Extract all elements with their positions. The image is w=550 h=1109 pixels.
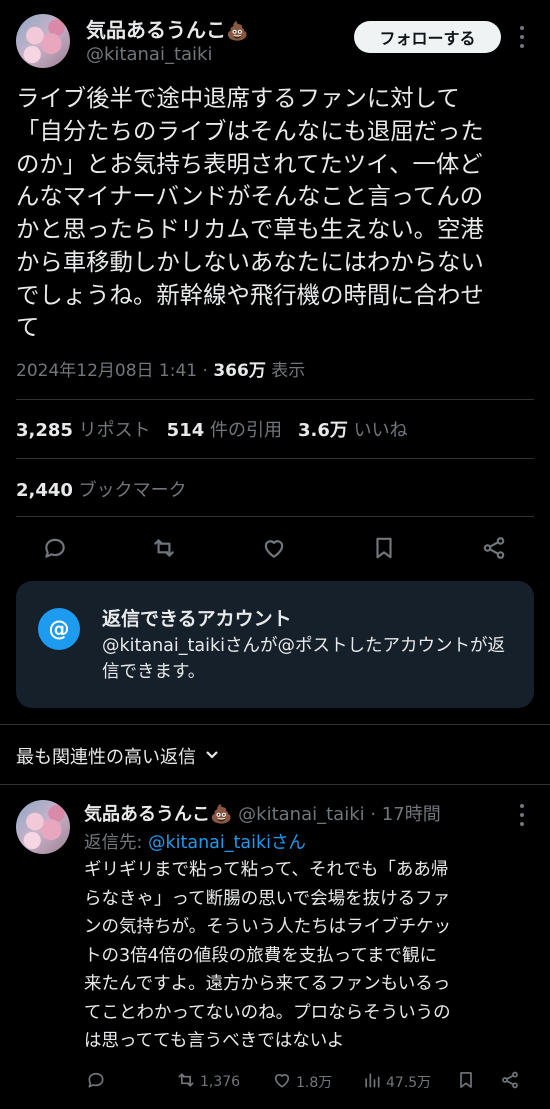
reply-text-line: は思ってても言うべきではないよ <box>84 1031 345 1052</box>
reply-settings-card: @ 返信できるアカウント @kitanai_taikiさんが@ポストしたアカウン… <box>16 581 534 708</box>
reply-icon <box>86 1070 106 1094</box>
share-icon <box>500 1070 520 1094</box>
reply-sort-dropdown[interactable]: 最も関連性の高い返信 <box>16 743 220 769</box>
tweet-text-line: から車移動しかしないあなたにはわからない <box>16 247 484 276</box>
more-icon[interactable] <box>512 802 532 828</box>
tweet-text-line: 「自分たちのライブはそんなにも退屈だった <box>16 116 484 145</box>
reply-share-button[interactable] <box>500 1070 520 1094</box>
tweet-header: 気品あるうんこ💩 @kitanai_taiki フォローする <box>0 0 550 80</box>
replying-to-label: 返信先: <box>84 833 143 853</box>
tweet-text-line: かと思ったらドリカムで草も生えない。空港 <box>16 215 484 244</box>
poo-emoji-icon: 💩 <box>210 804 233 825</box>
reply-repost-count: 1,376 <box>200 1074 241 1090</box>
reply-text-line: てことわかってないのね。プロならそういうの <box>84 1002 451 1023</box>
poo-emoji-icon: 💩 <box>226 21 249 42</box>
reply-text-line: ギリギリまで粘って粘って、それでも「ああ帰 <box>84 860 449 880</box>
divider <box>16 458 534 459</box>
heart-icon <box>272 1070 292 1094</box>
likes-count: 3.6万 <box>297 420 348 441</box>
views-count: 366万 <box>213 361 266 381</box>
reply-text: ギリギリまで粘って粘って、それでも「ああ帰 らなきゃ」って断腸の思いで会場を抜け… <box>84 856 539 1056</box>
bookmark-icon <box>456 1070 476 1094</box>
likes-stat[interactable]: 3.6万 いいね <box>298 420 408 441</box>
divider <box>0 784 550 785</box>
share-icon[interactable] <box>481 535 509 563</box>
reply-author-name[interactable]: 気品あるうんこ <box>84 804 210 825</box>
reply-actions: 1,376 1.8万 47.5万 <box>0 1066 550 1096</box>
reply-views-count: 47.5万 <box>386 1075 432 1091</box>
quotes-count: 514 <box>166 420 205 441</box>
tweet-meta: 2024年12月08日 1:41 · 366万 表示 <box>16 361 306 381</box>
reply-author-handle[interactable]: @kitanai_taiki <box>238 804 364 825</box>
tweet-text-line: て <box>16 313 40 342</box>
tweet-actions <box>0 527 550 569</box>
reply-like-count: 1.8万 <box>296 1075 333 1091</box>
reposts-count: 3,285 <box>16 420 73 441</box>
reply-like-button[interactable]: 1.8万 <box>272 1070 332 1094</box>
engagement-stats: 3,285 リポスト 514 件の引用 3.6万 いいね <box>16 416 408 442</box>
replying-to-handle[interactable]: @kitanai_taikiさん <box>148 833 306 853</box>
tweet-text-line: のか」とお気持ち表明されてたツイ、一体ど <box>16 149 483 178</box>
repost-icon <box>176 1070 196 1094</box>
reply-views-button[interactable]: 47.5万 <box>362 1070 431 1094</box>
divider <box>16 399 534 400</box>
reply-text-line: ンの気持ちが。そういう人たちはライブチケッ <box>84 917 452 938</box>
divider <box>0 724 550 725</box>
author-name-text[interactable]: 気品あるうんこ <box>86 18 226 42</box>
tweet-text-line: ライブ後半で途中退席するファンに対して <box>16 84 460 112</box>
author-name[interactable]: 気品あるうんこ💩 <box>86 14 248 43</box>
bookmarks-label: ブックマーク <box>78 480 187 501</box>
divider <box>16 516 534 517</box>
reply-text-line: トの3倍4倍の値段の旅費を支払ってまで観に <box>84 945 438 966</box>
reply-time[interactable]: · 17時間 <box>370 804 440 825</box>
views-label: 表示 <box>271 361 306 381</box>
bookmarks-stat[interactable]: 2,440 ブックマーク <box>16 476 187 502</box>
bookmarks-count: 2,440 <box>16 480 73 501</box>
reply-reply-button[interactable] <box>86 1070 106 1094</box>
reply-repost-button[interactable]: 1,376 <box>176 1070 240 1094</box>
at-sign-icon: @ <box>38 608 80 650</box>
bookmark-icon[interactable] <box>371 535 399 563</box>
chevron-down-icon <box>204 746 220 767</box>
avatar[interactable] <box>16 14 70 68</box>
reposts-label: リポスト <box>78 420 151 441</box>
tweet-text-line: んなマイナーバンドがそんなこと言ってんの <box>16 182 484 211</box>
heart-icon[interactable] <box>261 535 289 563</box>
author-handle[interactable]: @kitanai_taiki <box>86 44 212 65</box>
likes-label: いいね <box>353 420 408 441</box>
reply-bookmark-button[interactable] <box>456 1070 476 1094</box>
reply-header: 気品あるうんこ💩 @kitanai_taiki · 17時間 <box>84 800 441 826</box>
reply-avatar[interactable] <box>16 800 70 854</box>
more-icon[interactable] <box>512 24 532 50</box>
quotes-label: 件の引用 <box>209 420 282 441</box>
timestamp[interactable]: 2024年12月08日 1:41 <box>16 361 197 381</box>
reply-settings-description: @kitanai_taikiさんが@ポストしたアカウントが返信できます。 <box>102 636 505 683</box>
replying-to: 返信先: @kitanai_taikiさん <box>84 829 306 854</box>
views-icon <box>362 1070 382 1094</box>
reposts-stat[interactable]: 3,285 リポスト <box>16 420 151 441</box>
tweet-text-line: でしょうね。新幹線や飛行機の時間に合わせ <box>16 280 484 309</box>
reply-text-line: らなきゃ」って断腸の思いで会場を抜けるファ <box>84 888 451 909</box>
follow-button[interactable]: フォローする <box>354 21 501 53</box>
reply-sort-label: 最も関連性の高い返信 <box>16 747 196 768</box>
reply-settings-title: 返信できるアカウント <box>102 608 292 630</box>
reply-icon[interactable] <box>42 535 70 563</box>
tweet-text: ライブ後半で途中退席するファンに対して 「自分たちのライブはそんなにも退屈だった… <box>16 82 534 344</box>
reply-text-line: 来たんですよ。遠方から来てるファンもいるっ <box>84 974 451 995</box>
quotes-stat[interactable]: 514 件の引用 <box>167 420 282 441</box>
repost-icon[interactable] <box>151 535 179 563</box>
